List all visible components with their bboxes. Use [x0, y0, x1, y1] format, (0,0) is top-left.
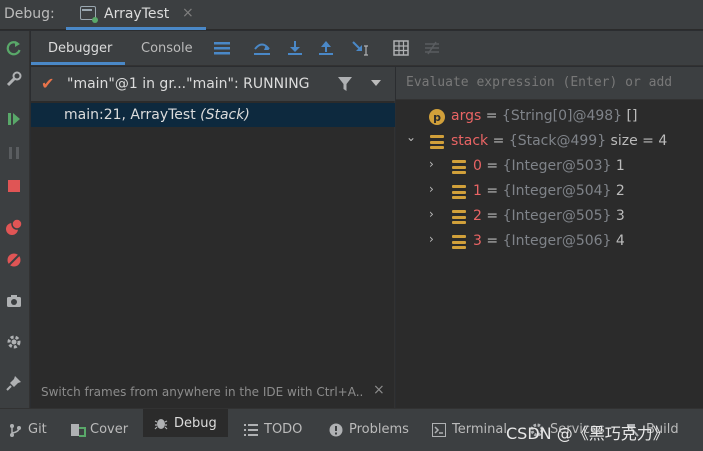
tab-active-underline: [66, 27, 206, 30]
frame-location: main:21, ArrayTest: [64, 107, 201, 123]
tool-window-git[interactable]: Git: [8, 422, 47, 437]
rerun-icon[interactable]: [4, 38, 24, 58]
variable-text: 2 = {Integer@505} 3: [473, 208, 625, 224]
frame-label: main:21, ArrayTest (Stack): [64, 107, 250, 123]
trace-icon[interactable]: [423, 39, 441, 57]
evaluate-expression-placeholder: Evaluate expression (Enter) or add: [406, 75, 673, 90]
running-indicator-icon: [92, 17, 98, 23]
terminal-icon: [432, 422, 446, 437]
field-icon: [429, 134, 445, 150]
chevron-down-icon[interactable]: ⌄: [406, 130, 416, 144]
camera-icon[interactable]: [4, 291, 24, 311]
variable-text: args = {String[0]@498} []: [451, 108, 638, 124]
coverage-icon: [70, 423, 86, 437]
debug-tool-window-header: Debug: ArrayTest ×: [0, 0, 703, 30]
step-out-icon[interactable]: [317, 39, 335, 57]
evaluate-expression-field[interactable]: Evaluate expression (Enter) or add: [396, 67, 703, 100]
wrench-icon[interactable]: [4, 69, 24, 89]
variable-text: 3 = {Integer@506} 4: [473, 233, 625, 249]
debug-side-toolbar: [0, 31, 30, 408]
variable-text: 1 = {Integer@504} 2: [473, 183, 625, 199]
variable-text: 0 = {Integer@503} 1: [473, 158, 625, 174]
chevron-right-icon[interactable]: ›: [429, 182, 434, 196]
chevron-right-icon[interactable]: ›: [429, 232, 434, 246]
run-config-tab-title: ArrayTest: [104, 6, 170, 22]
frame-class: (Stack): [200, 107, 250, 123]
variable-text: stack = {Stack@499} size = 4: [451, 133, 668, 149]
close-tab-icon[interactable]: ×: [182, 5, 194, 21]
chevron-right-icon[interactable]: ›: [429, 157, 434, 171]
bug-icon: [154, 416, 168, 430]
field-icon: [451, 184, 467, 200]
pause-icon[interactable]: [4, 143, 24, 163]
thread-label: "main"@1 in gr..."main": RUNNING: [67, 76, 310, 92]
tool-window-debug[interactable]: Debug: [143, 409, 228, 437]
debug-label: Debug:: [4, 6, 55, 22]
run-to-cursor-icon[interactable]: [351, 39, 369, 57]
field-icon: [451, 209, 467, 225]
step-into-icon[interactable]: [286, 39, 304, 57]
tool-window-problems[interactable]: Problems: [329, 422, 409, 437]
variable-row-args[interactable]: p args = {String[0]@498} []: [396, 104, 703, 128]
tab-active-underline: [31, 62, 125, 65]
debugger-toolbar: Debugger Console: [31, 31, 703, 66]
tool-window-cover[interactable]: Cover: [70, 422, 128, 437]
field-icon: [451, 159, 467, 175]
settings-icon[interactable]: [4, 332, 24, 352]
step-over-icon[interactable]: [253, 39, 271, 57]
parameter-icon: p: [429, 109, 445, 125]
variables-panel: Evaluate expression (Enter) or add p arg…: [396, 67, 703, 408]
mute-breakpoints-icon[interactable]: [4, 250, 24, 270]
close-hint-icon[interactable]: ×: [373, 382, 385, 398]
frames-panel: ✔ "main"@1 in gr..."main": RUNNING main:…: [31, 67, 395, 408]
frames-hint: Switch frames from anywhere in the IDE w…: [41, 385, 364, 399]
run-config-tab[interactable]: ArrayTest ×: [66, 0, 206, 30]
filter-icon[interactable]: [337, 76, 353, 92]
variable-row-stack[interactable]: ⌄ stack = {Stack@499} size = 4: [396, 129, 703, 153]
watermark: CSDN @《黑巧克力》: [506, 424, 669, 443]
warning-circle-icon: [329, 423, 343, 437]
stack-frame-row[interactable]: main:21, ArrayTest (Stack): [31, 103, 395, 127]
tool-window-terminal[interactable]: Terminal: [432, 422, 507, 437]
variable-row-element-1[interactable]: › 1 = {Integer@504} 2: [396, 179, 703, 203]
resume-icon[interactable]: [4, 109, 24, 129]
layout-icon[interactable]: [213, 39, 231, 57]
tab-debugger[interactable]: Debugger: [48, 41, 112, 56]
variable-row-element-2[interactable]: › 2 = {Integer@505} 3: [396, 204, 703, 228]
chevron-down-icon[interactable]: [371, 80, 381, 86]
variable-row-element-0[interactable]: › 0 = {Integer@503} 1: [396, 154, 703, 178]
thread-selector[interactable]: ✔ "main"@1 in gr..."main": RUNNING: [31, 67, 395, 101]
chevron-right-icon[interactable]: ›: [429, 207, 434, 221]
tab-console[interactable]: Console: [141, 41, 193, 56]
field-icon: [451, 234, 467, 250]
variable-row-element-3[interactable]: › 3 = {Integer@506} 4: [396, 229, 703, 253]
list-icon: [244, 423, 258, 437]
view-breakpoints-icon[interactable]: [4, 217, 24, 237]
evaluate-icon[interactable]: [392, 39, 410, 57]
tool-window-todo[interactable]: TODO: [244, 422, 302, 437]
stop-icon[interactable]: [4, 176, 24, 196]
pin-icon[interactable]: [4, 373, 24, 393]
git-branch-icon: [8, 423, 22, 437]
check-icon: ✔: [41, 74, 55, 93]
